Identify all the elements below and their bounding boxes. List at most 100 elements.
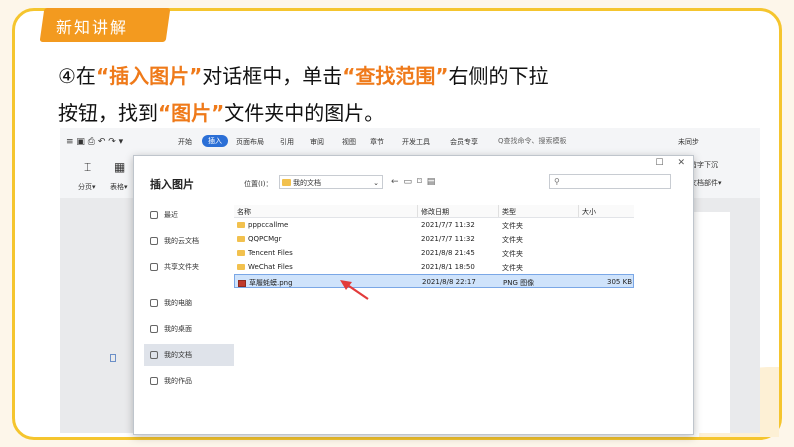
cloud-icon [150, 237, 158, 245]
menu-icon[interactable]: ≡ ▣ ⎙ ↶ ↷ ▾ [66, 137, 123, 147]
tab-references[interactable]: 引用 [280, 137, 294, 147]
folder-icon [237, 264, 245, 270]
column-header-name[interactable]: 名称 [237, 207, 251, 217]
column-divider [578, 205, 579, 217]
sidebar-item-label: 我的作品 [164, 377, 192, 385]
documents-icon [150, 351, 158, 359]
location-dropdown[interactable]: 我的文档 ⌄ [279, 175, 383, 189]
column-header-date[interactable]: 修改日期 [421, 207, 449, 217]
works-icon [150, 377, 158, 385]
up-folder-icon[interactable]: ▭ [404, 177, 418, 187]
file-name: pppccallme [237, 221, 288, 229]
sidebar-item-cloud-docs[interactable]: 我的云文档 [144, 230, 234, 252]
chevron-down-icon[interactable]: ⌄ [373, 176, 379, 190]
file-row-qqpcmgr[interactable]: QQPCMgr 2021/7/7 11:32 文件夹 [234, 232, 634, 246]
instruction-line-2: 按钮，找到“图片”文件夹中的图片。 [58, 97, 384, 126]
file-date: 2021/8/1 18:50 [421, 263, 475, 271]
tab-developer[interactable]: 开发工具 [402, 137, 430, 147]
file-type: 文件夹 [502, 222, 523, 230]
location-value: 我的文档 [293, 179, 321, 187]
file-name: WeChat Files [237, 263, 293, 271]
column-header-type[interactable]: 类型 [502, 207, 516, 217]
tab-member[interactable]: 会员专享 [450, 137, 478, 147]
file-type: PNG 图像 [503, 279, 535, 287]
sidebar-item-label: 共享文件夹 [164, 263, 199, 271]
share-icon [150, 263, 158, 271]
tab-page-layout[interactable]: 页面布局 [236, 137, 264, 147]
file-name-text: QQPCMgr [248, 235, 282, 243]
tab-home[interactable]: 开始 [178, 137, 192, 147]
sidebar-item-label: 我的桌面 [164, 325, 192, 333]
file-name-text: 草履蚝蟆.png [249, 279, 293, 287]
table-button[interactable]: 表格▾ [110, 182, 128, 192]
sidebar-item-desktop[interactable]: 我的桌面 [144, 318, 234, 340]
instr-highlight: “查找范围” [342, 64, 449, 88]
sync-status[interactable]: 未同步 [678, 137, 699, 147]
new-folder-icon[interactable]: ⌑ [417, 177, 427, 187]
close-icon[interactable]: ✕ [677, 158, 685, 168]
file-name-text: pppccallme [248, 221, 289, 229]
file-row-tencent-files[interactable]: Tencent Files 2021/8/8 21:45 文件夹 [234, 246, 634, 260]
folder-icon [237, 222, 245, 228]
location-label: 位置(I)： [244, 180, 273, 188]
sidebar-item-label: 最近 [164, 211, 178, 219]
page-break-button[interactable]: 分页▾ [78, 182, 96, 192]
tab-review[interactable]: 审阅 [310, 137, 324, 147]
instr-text: 右侧的下拉 [448, 64, 549, 88]
file-name: Tencent Files [237, 249, 293, 257]
sidebar-item-recent[interactable]: 最近 [144, 204, 234, 226]
folder-icon [237, 236, 245, 242]
tab-view[interactable]: 视图 [342, 137, 356, 147]
file-row-image-selected[interactable]: 草履蚝蟆.png 2021/8/8 22:17 PNG 图像 305 KB [234, 274, 634, 288]
doc-parts-button[interactable]: 文档部件▾ [690, 178, 722, 188]
desktop-icon [150, 325, 158, 333]
sidebar-item-my-documents[interactable]: 我的文档 [144, 344, 234, 366]
file-type: 文件夹 [502, 264, 523, 272]
file-type: 文件夹 [502, 236, 523, 244]
file-date: 2021/7/7 11:32 [421, 235, 475, 243]
first-line-button[interactable]: 首字下沉 [690, 160, 718, 170]
ribbon-tab-bar: ≡ ▣ ⎙ ↶ ↷ ▾ 开始 插入 页面布局 引用 审阅 视图 章节 开发工具 … [60, 128, 760, 152]
window-controls: ☐ ✕ [641, 158, 685, 168]
file-date: 2021/8/8 22:17 [422, 278, 476, 286]
column-header-size[interactable]: 大小 [582, 207, 596, 217]
column-divider [417, 205, 418, 217]
navigation-buttons: ←▭⌑▤ [391, 177, 440, 187]
tab-insert[interactable]: 插入 [202, 135, 228, 147]
instr-highlight: “图片” [158, 101, 225, 125]
instr-text: 文件夹中的图片。 [224, 101, 385, 125]
dialog-title: 插入图片 [150, 178, 194, 191]
file-date: 2021/7/7 11:32 [421, 221, 475, 229]
instr-text: 按钮，找到 [58, 101, 158, 125]
back-arrow-icon[interactable]: ← [391, 177, 404, 187]
file-type: 文件夹 [502, 250, 523, 258]
search-icon: ⚲ [554, 177, 560, 186]
page-break-icon: ⌶ [84, 160, 92, 174]
maximize-icon[interactable]: ☐ [655, 158, 663, 168]
image-file-icon [238, 279, 246, 287]
clock-icon [150, 211, 158, 219]
sidebar-item-my-works[interactable]: 我的作品 [144, 370, 234, 392]
places-sidebar: 最近 我的云文档 共享文件夹 我的电脑 我的桌面 我的文档 我的作品 [144, 204, 234, 396]
file-list: 名称 修改日期 类型 大小 pppccallme 2021/7/7 11:32 … [234, 205, 634, 288]
file-name: 草履蚝蟆.png [238, 278, 293, 288]
view-mode-icon[interactable]: ▤ [427, 177, 441, 187]
search-input[interactable]: ⚲ [549, 174, 671, 189]
sidebar-item-label: 我的文档 [164, 351, 192, 359]
sidebar-item-my-computer[interactable]: 我的电脑 [144, 292, 234, 314]
file-row-pppccallme[interactable]: pppccallme 2021/7/7 11:32 文件夹 [234, 218, 634, 232]
sidebar-item-shared-folder[interactable]: 共享文件夹 [144, 256, 234, 278]
folder-icon [237, 250, 245, 256]
pointer-arrow-icon [340, 280, 369, 300]
insert-picture-dialog: ☐ ✕ 插入图片 位置(I)： 我的文档 ⌄ ←▭⌑▤ ⚲ 最近 我的云文档 共享… [133, 155, 694, 435]
sidebar-item-label: 我的电脑 [164, 299, 192, 307]
instruction-line-1: ④在“插入图片”对话框中，单击“查找范围”右侧的下拉 [58, 60, 549, 89]
folder-icon [282, 179, 291, 186]
file-row-wechat-files[interactable]: WeChat Files 2021/8/1 18:50 文件夹 [234, 260, 634, 274]
command-search[interactable]: Q查找命令、搜索模板 [498, 134, 618, 148]
computer-icon [150, 299, 158, 307]
instr-text: ④在 [58, 64, 96, 88]
file-name: QQPCMgr [237, 235, 282, 243]
tab-sections[interactable]: 章节 [370, 137, 384, 147]
